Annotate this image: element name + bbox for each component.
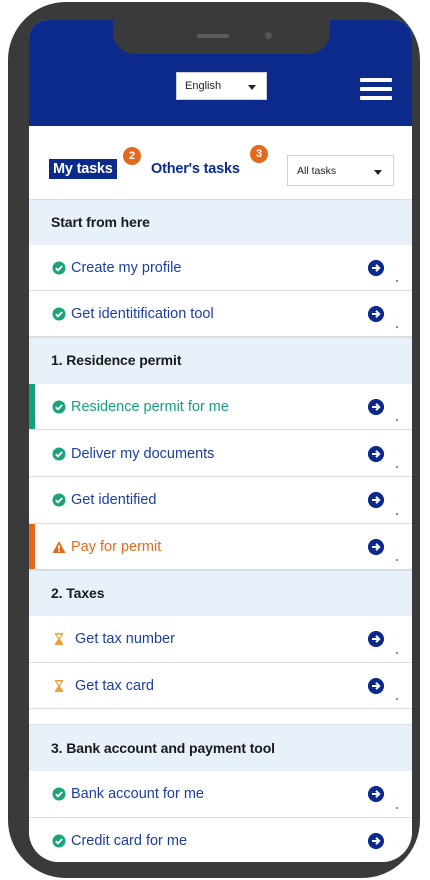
warning-indicator	[29, 524, 35, 569]
task-label: Get tax card	[75, 678, 154, 694]
hamburger-icon[interactable]	[360, 78, 392, 100]
task-deliver-documents[interactable]: Deliver my documents	[29, 430, 412, 477]
tab-my-tasks-label: My tasks	[53, 161, 113, 177]
task-identification-tool[interactable]: Get identitification tool	[29, 291, 412, 337]
arrow-circle-right-icon[interactable]	[368, 306, 384, 322]
language-select[interactable]: English	[176, 72, 267, 100]
task-create-profile[interactable]: Create my profile	[29, 245, 412, 291]
camera-dot	[265, 32, 272, 39]
check-circle-icon	[52, 787, 66, 801]
arrow-circle-right-icon[interactable]	[368, 786, 384, 802]
my-tasks-count-badge: 2	[123, 147, 141, 165]
active-indicator	[29, 384, 35, 429]
task-label: Pay for permit	[71, 539, 162, 555]
divider-dot	[396, 419, 398, 421]
section-residence-permit: 1. Residence permit	[29, 337, 412, 384]
task-label: Get tax number	[75, 631, 175, 647]
task-label: Get identitification tool	[71, 306, 214, 322]
language-value: English	[185, 80, 222, 92]
section-taxes: 2. Taxes	[29, 570, 412, 616]
arrow-circle-right-icon[interactable]	[368, 833, 384, 849]
section-title: 1. Residence permit	[51, 352, 182, 368]
arrow-circle-right-icon[interactable]	[368, 631, 384, 647]
arrow-circle-right-icon[interactable]	[368, 539, 384, 555]
hourglass-icon	[55, 633, 63, 645]
divider-dot	[396, 559, 398, 561]
check-circle-icon	[52, 307, 66, 321]
tab-my-tasks[interactable]: My tasks	[49, 159, 117, 179]
divider-dot	[396, 326, 398, 328]
warning-icon	[52, 541, 66, 553]
arrow-circle-right-icon[interactable]	[368, 678, 384, 694]
screen: English My tasks 2 Other's tasks 3 All t…	[29, 20, 412, 862]
section-bank-account: 3. Bank account and payment tool	[29, 724, 412, 771]
task-label: Residence permit for me	[71, 399, 229, 415]
check-circle-icon	[52, 447, 66, 461]
check-circle-icon	[52, 834, 66, 848]
section-title: Start from here	[51, 214, 150, 230]
others-tasks-count-badge: 3	[250, 145, 268, 163]
task-residence-permit[interactable]: Residence permit for me	[29, 384, 412, 430]
chevron-down-icon	[374, 170, 382, 175]
arrow-circle-right-icon[interactable]	[368, 492, 384, 508]
task-pay-permit[interactable]: Pay for permit	[29, 524, 412, 570]
tab-others-tasks[interactable]: Other's tasks	[151, 161, 240, 177]
task-label: Bank account for me	[71, 786, 204, 802]
divider-dot	[396, 698, 398, 700]
task-tabs: My tasks 2 Other's tasks 3 All tasks	[29, 126, 412, 198]
chevron-down-icon	[248, 85, 256, 90]
task-tax-card[interactable]: Get tax card	[29, 663, 412, 709]
task-tax-number[interactable]: Get tax number	[29, 616, 412, 663]
phone-notch	[113, 18, 330, 54]
task-label: Deliver my documents	[71, 446, 215, 462]
tab-others-tasks-label: Other's tasks	[151, 161, 240, 177]
divider-dot	[396, 652, 398, 654]
hourglass-icon	[55, 680, 63, 692]
check-circle-icon	[52, 400, 66, 414]
task-get-identified[interactable]: Get identified	[29, 477, 412, 524]
divider-dot	[396, 513, 398, 515]
section-title: 2. Taxes	[51, 585, 105, 601]
check-circle-icon	[52, 493, 66, 507]
task-label: Credit card for me	[71, 833, 188, 849]
arrow-circle-right-icon[interactable]	[368, 399, 384, 415]
divider-dot	[396, 466, 398, 468]
section-start-from-here: Start from here	[29, 199, 412, 245]
speaker-grille	[197, 34, 229, 38]
task-filter-value: All tasks	[297, 164, 337, 177]
task-label: Get identified	[71, 492, 157, 508]
divider-dot	[396, 280, 398, 282]
task-bank-account[interactable]: Bank account for me	[29, 771, 412, 818]
task-filter-select[interactable]: All tasks	[287, 155, 394, 186]
task-label: Create my profile	[71, 260, 182, 276]
check-circle-icon	[52, 261, 66, 275]
arrow-circle-right-icon[interactable]	[368, 446, 384, 462]
arrow-circle-right-icon[interactable]	[368, 260, 384, 276]
task-credit-card[interactable]: Credit card for me	[29, 818, 412, 862]
divider-dot	[396, 807, 398, 809]
section-title: 3. Bank account and payment tool	[51, 740, 275, 756]
